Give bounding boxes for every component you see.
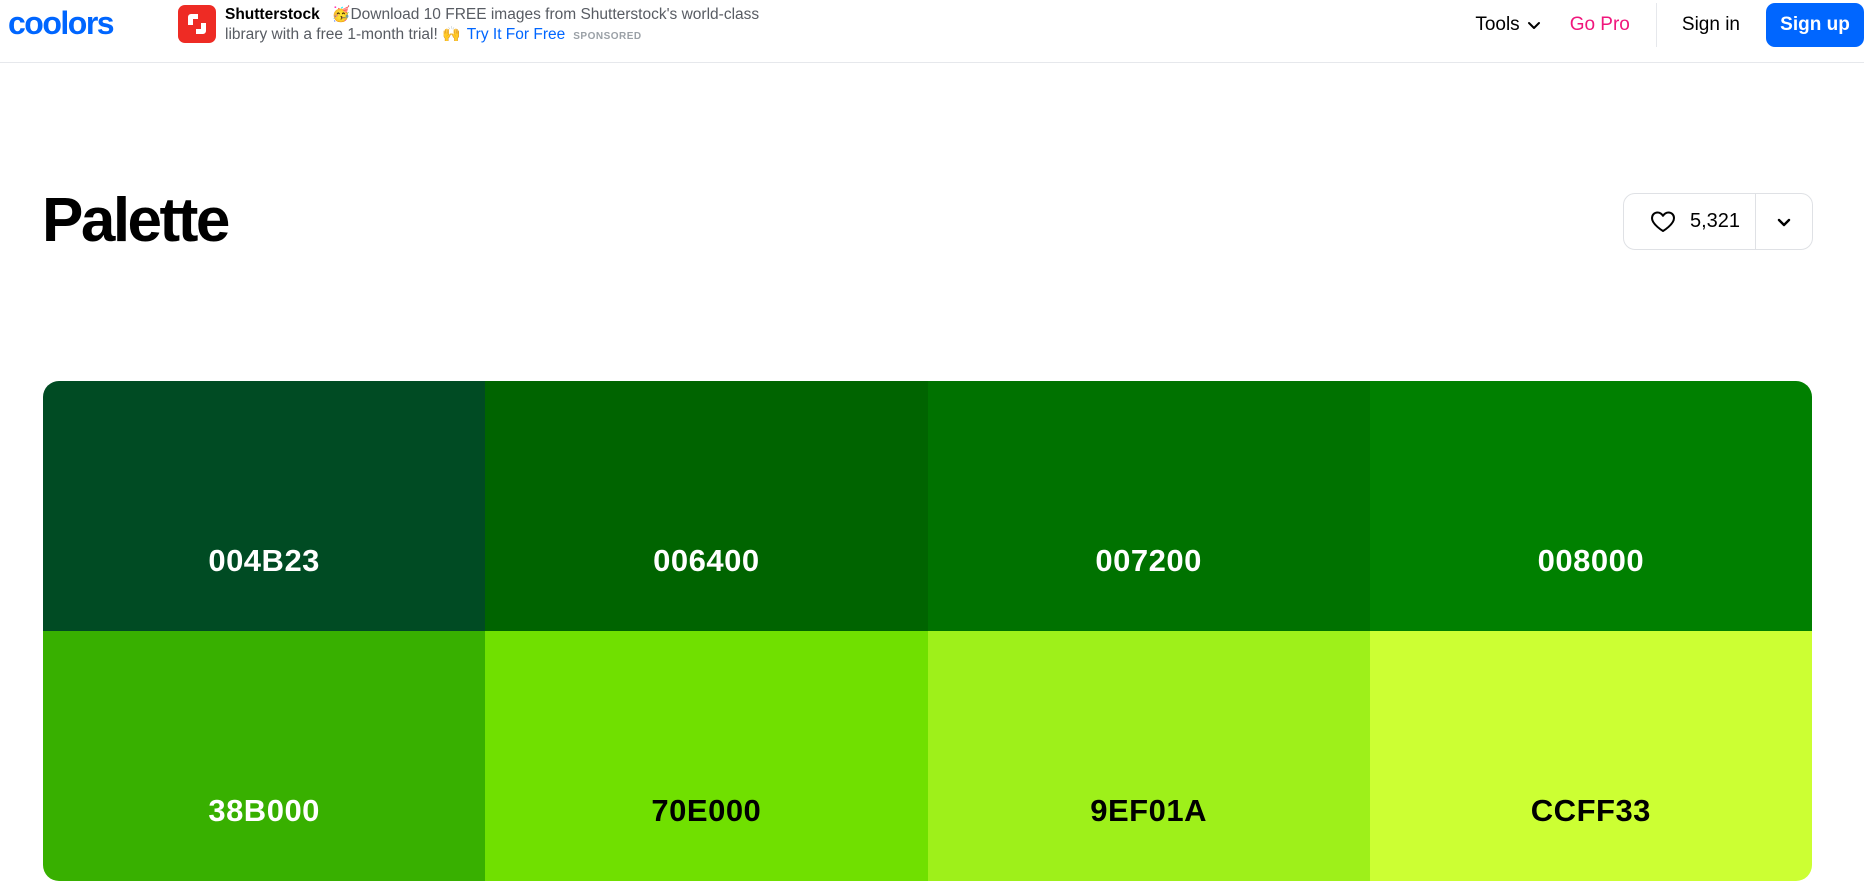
party-emoji-icon: 🥳 bbox=[331, 6, 351, 23]
page-title: Palette bbox=[42, 186, 230, 255]
tools-label: Tools bbox=[1475, 14, 1520, 35]
raised-hands-emoji-icon: 🙌 bbox=[442, 26, 461, 43]
logo-text: coolors bbox=[8, 7, 114, 41]
swatch-hex-code[interactable]: 008000 bbox=[1538, 543, 1644, 579]
top-navbar: coolors Shutterstock 🥳Download 10 FREE im… bbox=[0, 0, 1864, 63]
swatch-hex-code[interactable]: 9EF01A bbox=[1090, 793, 1207, 829]
nav-divider bbox=[1655, 3, 1657, 47]
like-button[interactable]: 5,321 bbox=[1624, 194, 1756, 249]
tools-menu[interactable]: Tools bbox=[1475, 14, 1541, 36]
nav-actions: Tools Go Pro Sign in Sign up bbox=[1475, 0, 1864, 50]
chevron-down-icon bbox=[1527, 22, 1540, 29]
color-swatch[interactable]: 38B000 bbox=[43, 631, 486, 881]
color-swatch[interactable]: 007200 bbox=[927, 381, 1370, 631]
sign-in-link[interactable]: Sign in bbox=[1682, 14, 1740, 36]
swatch-hex-code[interactable]: 004B23 bbox=[208, 543, 320, 579]
sponsored-ad[interactable]: Shutterstock 🥳Download 10 FREE images fro… bbox=[178, 5, 759, 49]
like-button-group: 5,321 bbox=[1623, 193, 1813, 250]
swatch-hex-code[interactable]: 70E000 bbox=[651, 793, 761, 829]
sign-up-button[interactable]: Sign up bbox=[1766, 3, 1864, 47]
color-swatch[interactable]: 9EF01A bbox=[927, 631, 1370, 881]
chevron-down-icon bbox=[1777, 218, 1791, 226]
swatch-hex-code[interactable]: 006400 bbox=[653, 543, 759, 579]
swatch-hex-code[interactable]: CCFF33 bbox=[1531, 793, 1651, 829]
coolors-logo[interactable]: coolors bbox=[8, 6, 148, 42]
swatch-hex-code[interactable]: 38B000 bbox=[208, 793, 320, 829]
shutterstock-logo-icon bbox=[178, 5, 216, 43]
more-options-button[interactable] bbox=[1756, 194, 1812, 249]
coolors-logo-icon: coolors bbox=[8, 7, 115, 41]
color-swatch[interactable]: 008000 bbox=[1369, 381, 1812, 631]
color-swatch[interactable]: CCFF33 bbox=[1369, 631, 1812, 881]
sponsored-label: SPONSORED bbox=[573, 31, 642, 42]
palette-grid: 004B23 006400 007200 008000 38B000 70E00… bbox=[43, 381, 1812, 881]
ad-text: Shutterstock 🥳Download 10 FREE images fro… bbox=[225, 5, 765, 47]
ad-cta-link[interactable]: Try It For Free bbox=[467, 26, 565, 43]
color-swatch[interactable]: 006400 bbox=[485, 381, 928, 631]
color-swatch[interactable]: 70E000 bbox=[485, 631, 928, 881]
swatch-hex-code[interactable]: 007200 bbox=[1095, 543, 1201, 579]
color-swatch[interactable]: 004B23 bbox=[43, 381, 486, 631]
ad-brand: Shutterstock bbox=[225, 6, 320, 23]
like-count: 5,321 bbox=[1690, 210, 1741, 232]
heart-icon bbox=[1651, 211, 1675, 232]
go-pro-link[interactable]: Go Pro bbox=[1570, 14, 1630, 36]
